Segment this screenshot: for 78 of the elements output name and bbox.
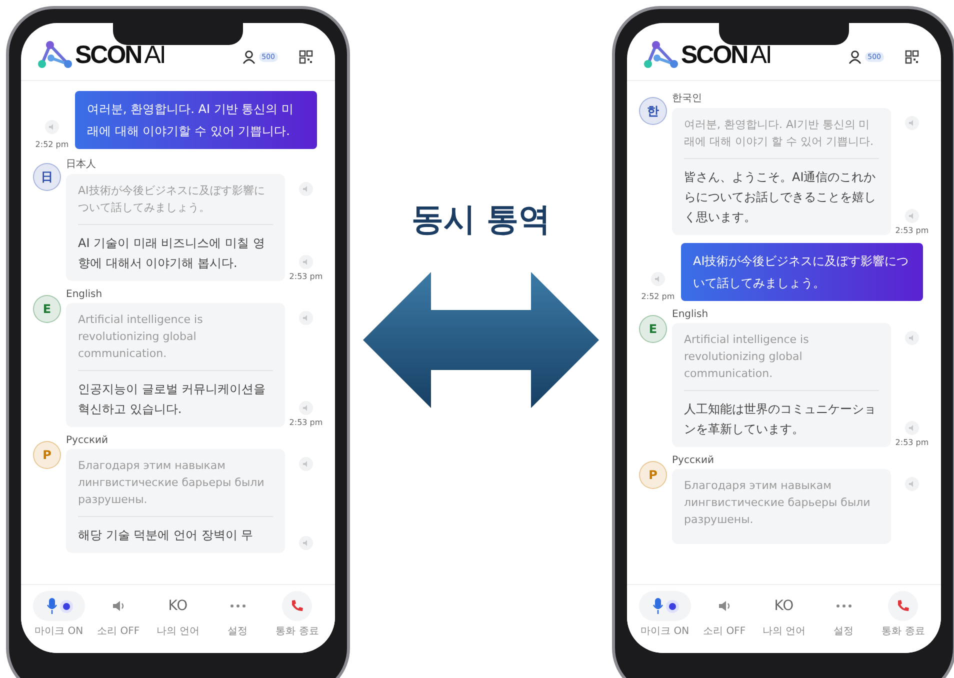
avatar: E (639, 315, 667, 343)
control-label: 나의 언어 (762, 625, 806, 638)
speaker-icon[interactable] (905, 421, 919, 435)
language-label: Русский (672, 455, 715, 466)
translated-text: 인공지능이 글로벌 커뮤니케이션을 혁신하고 있습니다. (78, 370, 273, 419)
control-label: 통화 종료 (276, 625, 319, 638)
control-label: 통화 종료 (882, 625, 925, 638)
recording-dot (669, 602, 676, 610)
control-label: 설정 (228, 625, 248, 638)
speaker-icon[interactable] (905, 209, 919, 223)
mic-button[interactable] (638, 591, 691, 621)
end-call-button[interactable] (282, 591, 312, 621)
avatar: 한 (639, 97, 667, 125)
qr-code-icon[interactable] (299, 50, 313, 64)
sent-message: AI技術が今後ビジネスに及ぼす影響について話してみましょう。 (681, 243, 923, 301)
message-time: 2:53 pm (289, 272, 323, 281)
message-time: 2:52 pm (641, 292, 675, 301)
control-label: 소리 OFF (97, 625, 140, 638)
language-button[interactable]: KO (774, 591, 794, 621)
translated-text: AI 기술이 미래 비즈니스에 미칠 영향에 대해서 이야기해 봅시다. (78, 224, 273, 273)
control-label: 설정 (834, 625, 854, 638)
control-label: 마이크 ON (34, 625, 84, 638)
original-text: Благодаря этим навыкам лингвистические барьеры были разрушены. (684, 478, 872, 528)
control-label: 소리 OFF (703, 625, 746, 638)
avatar: P (33, 441, 61, 469)
phone-icon (290, 599, 304, 613)
translated-text: 皆さん、ようこそ。AI通信のこれからについてお話しできることを嬉しく思います。 (684, 158, 879, 227)
headline: 동시 통역 (411, 199, 551, 240)
speaker-icon[interactable] (299, 536, 313, 550)
message-time: 2:52 pm (35, 140, 69, 149)
original-text: Artificial intelligence is revolutionizing global communication. (684, 332, 810, 382)
logo-text: SCONAI (75, 40, 165, 70)
speaker-icon[interactable] (299, 311, 313, 325)
speaker-icon[interactable] (651, 272, 665, 286)
user-icon[interactable] (848, 50, 862, 64)
translated-text: 人工知能は世界のコミュニケーションを革新しています。 (684, 390, 879, 439)
recording-dot (63, 602, 70, 610)
control-label: 나의 언어 (156, 625, 200, 638)
mic-button[interactable] (32, 591, 85, 621)
original-text: AI技術が今後ビジネスに及ぼす影響について話してみましょう。 (78, 183, 266, 216)
original-text: Artificial intelligence is revolutionizing global communication. (78, 312, 204, 362)
speaker-icon[interactable] (716, 598, 732, 614)
phone-icon (896, 599, 910, 613)
translated-text: 해당 기술 덕분에 언어 장벽이 무 (78, 516, 273, 545)
language-button[interactable]: KO (168, 591, 188, 621)
language-label: Русский (66, 435, 109, 446)
message-time: 2:53 pm (895, 438, 929, 447)
end-call-button[interactable] (888, 591, 918, 621)
speaker-icon[interactable] (905, 116, 919, 130)
qr-code-icon[interactable] (905, 50, 919, 64)
original-text: Благодаря этим навыкам лингвистические барьеры были разрушены. (78, 458, 266, 508)
double-arrow-icon (363, 272, 599, 408)
language-label: English (672, 309, 710, 320)
sent-message: 여러분, 환영합니다. AI 기반 통신의 미래에 대해 이야기할 수 있어 기쁩니다. (75, 91, 317, 149)
avatar: E (33, 295, 61, 323)
speaker-icon[interactable] (299, 255, 313, 269)
logo-icon (37, 40, 73, 70)
message-time: 2:53 pm (895, 226, 929, 235)
speaker-icon[interactable] (299, 401, 313, 415)
speaker-icon[interactable] (299, 182, 313, 196)
speaker-icon[interactable] (299, 457, 313, 471)
speaker-icon[interactable] (905, 477, 919, 491)
avatar: P (639, 461, 667, 489)
original-text: 여러분, 환영합니다. AI기반 통신의 미래에 대해 이야기 할 수 있어 기쁩니다. (684, 117, 874, 150)
speaker-icon[interactable] (45, 120, 59, 134)
message-time: 2:53 pm (289, 418, 323, 427)
logo-text: SCONAI (681, 40, 771, 70)
speaker-icon[interactable] (110, 598, 126, 614)
microphone-icon (47, 598, 58, 614)
speaker-icon[interactable] (905, 331, 919, 345)
logo-icon (643, 40, 679, 70)
user-icon[interactable] (242, 50, 256, 64)
avatar: 日 (33, 163, 61, 191)
language-label: English (66, 289, 104, 300)
language-label: 日本人 (66, 158, 97, 171)
control-label: 마이크 ON (640, 625, 690, 638)
microphone-icon (653, 598, 664, 614)
language-label: 한국인 (672, 92, 703, 105)
